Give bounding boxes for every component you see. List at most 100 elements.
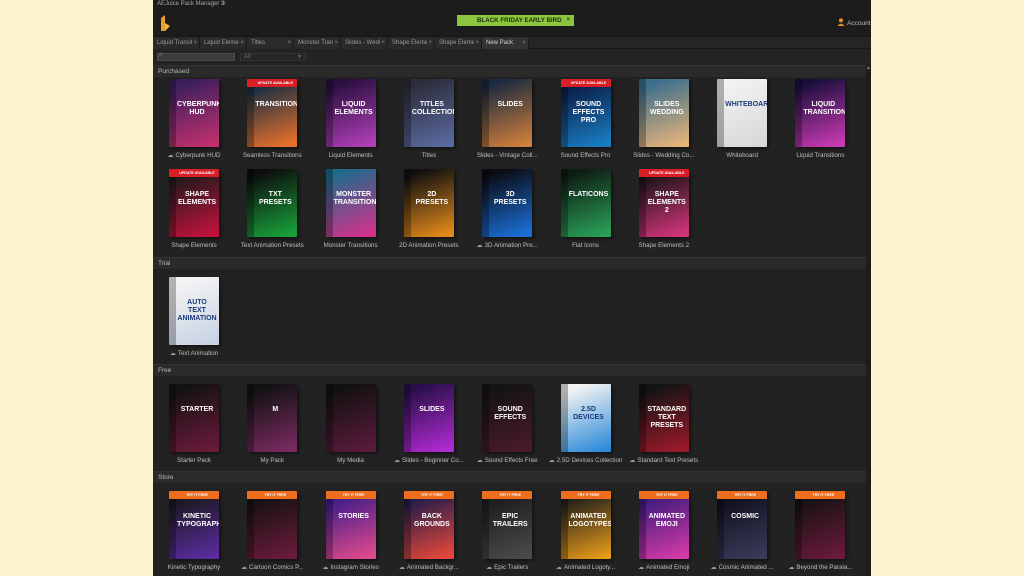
pack-box-art[interactable]: FLATICONS bbox=[560, 169, 611, 237]
pack-box-art[interactable]: MONSTER TRANSITIONS bbox=[325, 169, 376, 237]
promo-close-icon[interactable]: × bbox=[566, 15, 570, 26]
box-side bbox=[169, 169, 176, 237]
aejuice-logo-icon[interactable] bbox=[159, 14, 171, 32]
pack-box-art[interactable]: STANDARD TEXT PRESETS bbox=[638, 384, 689, 452]
pack-box-art[interactable]: SLIDES WEDDING bbox=[638, 79, 689, 147]
cloud-download-icon[interactable]: ☁ bbox=[477, 457, 483, 464]
pack-box-art[interactable]: TRY IT FREE KINETIC TYPOGRAPHY bbox=[169, 491, 219, 559]
cloud-download-icon[interactable]: ☁ bbox=[394, 457, 400, 464]
cloud-download-icon[interactable]: ☁ bbox=[167, 152, 173, 159]
tab-close-icon[interactable]: × bbox=[239, 37, 244, 49]
tab-3[interactable]: Titles × bbox=[247, 37, 294, 49]
tab-7[interactable]: Shape Eleme × bbox=[435, 37, 482, 49]
pack-box-art[interactable]: LIQUID ELEMENTS bbox=[325, 79, 376, 147]
pack-box-art[interactable]: 2D PRESETS bbox=[403, 169, 454, 237]
pack-box-art[interactable]: SLIDES bbox=[482, 79, 533, 147]
pack-label: ☁ 2.5D Devices Collection bbox=[547, 457, 625, 464]
box-title: 3D PRESETS bbox=[493, 191, 527, 206]
cloud-download-icon[interactable]: ☁ bbox=[486, 564, 492, 571]
pack-box-art[interactable]: M bbox=[247, 384, 298, 452]
tab-label: Shape Eleme bbox=[392, 40, 429, 46]
tab-2[interactable]: Liquid Elemer × bbox=[200, 37, 247, 49]
tab-new-pack[interactable]: New Pack × bbox=[482, 37, 529, 49]
cloud-download-icon[interactable]: ☁ bbox=[788, 564, 794, 571]
cloud-download-icon[interactable]: ☁ bbox=[638, 564, 644, 571]
box-side bbox=[560, 491, 568, 559]
pack-box-art[interactable]: STARTER bbox=[169, 384, 219, 452]
search-input[interactable]: ⌕ bbox=[157, 52, 235, 61]
tab-6[interactable]: Shape Eleme × bbox=[388, 37, 435, 49]
box-ribbon: TRY IT FREE bbox=[717, 491, 768, 499]
pack-box-art[interactable]: LIQUID TRANSITIONS bbox=[795, 79, 846, 147]
cloud-download-icon[interactable]: ☁ bbox=[549, 457, 555, 464]
cloud-download-icon[interactable]: ☁ bbox=[556, 564, 562, 571]
tab-label: Titles bbox=[251, 40, 266, 46]
pack-box-art[interactable]: TRY IT FREE STORIES bbox=[325, 491, 376, 559]
category-dropdown[interactable]: All ▼ bbox=[240, 53, 306, 61]
cloud-download-icon[interactable]: ☁ bbox=[322, 564, 328, 571]
menu-icon[interactable]: ≡ bbox=[222, 1, 226, 7]
pack-label: Shape Elements 2 bbox=[625, 242, 703, 249]
pack-box-art[interactable]: 3D PRESETS bbox=[482, 169, 533, 237]
scrollbar[interactable]: ▲ bbox=[866, 65, 871, 576]
box-side bbox=[638, 491, 646, 559]
box-side bbox=[325, 79, 333, 147]
tab-5[interactable]: Slides - Wedi × bbox=[341, 37, 388, 49]
section-header-store[interactable]: Store bbox=[153, 471, 866, 483]
pack-box-art[interactable]: TRY IT FREE COSMIC bbox=[717, 491, 768, 559]
pack-box-art[interactable] bbox=[325, 384, 376, 452]
section-header-trial[interactable]: Trial bbox=[153, 257, 866, 269]
pack-label: ☁ Text Animation bbox=[155, 350, 233, 357]
tab-close-icon[interactable]: × bbox=[286, 37, 291, 49]
pack-label: Titles bbox=[390, 152, 468, 159]
cloud-download-icon[interactable]: ☁ bbox=[477, 242, 483, 249]
pack-box-art[interactable]: UPDATE AVAILABLE TRANSITIONS bbox=[247, 79, 298, 147]
pack-box-art[interactable]: TRY IT FREE BACK GROUNDS bbox=[403, 491, 454, 559]
tab-close-icon[interactable]: × bbox=[427, 37, 432, 49]
pack-box-art[interactable]: TRY IT FREE EPIC TRAILERS bbox=[482, 491, 533, 559]
box-title: BACK GROUNDS bbox=[414, 513, 450, 528]
cloud-download-icon[interactable]: ☁ bbox=[399, 564, 405, 571]
box-title: 2.5D Devices bbox=[573, 406, 604, 421]
box-face bbox=[325, 491, 376, 559]
pack-box-art[interactable]: CYBERPUNK HUD bbox=[169, 79, 219, 147]
pack-box-art[interactable]: UPDATE AVAILABLE SHAPE ELEMENTS bbox=[169, 169, 219, 237]
pack-label-text: Text Animation Presets bbox=[240, 242, 304, 249]
tab-close-icon[interactable]: × bbox=[333, 37, 338, 49]
section-header-free[interactable]: Free bbox=[153, 364, 866, 376]
cloud-download-icon[interactable]: ☁ bbox=[241, 564, 247, 571]
cloud-download-icon[interactable]: ☁ bbox=[629, 457, 635, 464]
pack-label: Slides - Vintage Coll... bbox=[468, 152, 546, 159]
tab-close-icon[interactable]: × bbox=[380, 37, 385, 49]
box-side bbox=[482, 79, 490, 147]
pack-box-art[interactable]: TRY IT FREE ANIMATED LOGOTYPES bbox=[560, 491, 611, 559]
section-header-purchased[interactable]: Purchased bbox=[153, 65, 866, 77]
tab-1[interactable]: Liquid Transit × bbox=[153, 37, 200, 49]
pack-box-art[interactable]: TITLES COLLECTION bbox=[403, 79, 454, 147]
pack-box-art[interactable]: AUTO TEXT ANIMATION bbox=[169, 277, 219, 345]
tab-close-icon[interactable]: × bbox=[521, 37, 526, 49]
promo-banner[interactable]: BLACK FRIDAY EARLY BIRD × bbox=[457, 15, 574, 26]
pack-box-art[interactable]: UPDATE AVAILABLE SOUND EFFECTS PRO bbox=[560, 79, 611, 147]
pack-box-art[interactable]: WHITEBOARD bbox=[717, 79, 768, 147]
cloud-download-icon[interactable]: ☁ bbox=[711, 564, 717, 571]
scroll-up-icon[interactable]: ▲ bbox=[866, 65, 871, 71]
box-title: AUTO TEXT ANIMATION bbox=[177, 299, 217, 322]
box-face bbox=[247, 384, 298, 452]
pack-label-text: Sound Effects Pro bbox=[560, 152, 611, 159]
tab-close-icon[interactable]: × bbox=[474, 37, 479, 49]
cloud-download-icon[interactable]: ☁ bbox=[170, 350, 176, 357]
pack-box-art[interactable]: 2.5D Devices bbox=[560, 384, 611, 452]
tab-4[interactable]: Monster Tran × bbox=[294, 37, 341, 49]
pack-box-art[interactable]: TRY IT FREE bbox=[247, 491, 298, 559]
pack-box-art[interactable]: UPDATE AVAILABLE SHAPE ELEMENTS 2 bbox=[638, 169, 689, 237]
pack-box-art[interactable]: SLIDES bbox=[403, 384, 454, 452]
box-title: EPIC TRAILERS bbox=[492, 513, 528, 528]
pack-box-art[interactable]: TXT PRESETS bbox=[247, 169, 298, 237]
pack-box-art[interactable]: TRY IT FREE ANIMATED EMOJI bbox=[638, 491, 689, 559]
box-face bbox=[717, 79, 768, 147]
account-button[interactable]: Account bbox=[837, 17, 871, 27]
tab-close-icon[interactable]: × bbox=[192, 37, 197, 49]
pack-box-art[interactable]: TRY IT FREE bbox=[795, 491, 846, 559]
pack-box-art[interactable]: SOUND EFFECTS bbox=[482, 384, 533, 452]
